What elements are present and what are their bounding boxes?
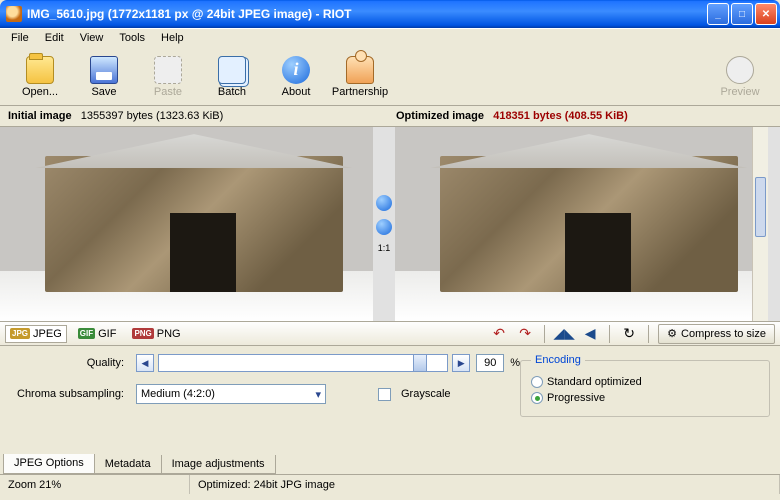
menubar: File Edit View Tools Help — [0, 28, 780, 48]
chroma-label: Chroma subsampling: — [10, 388, 130, 400]
save-button[interactable]: Save — [72, 50, 136, 103]
quality-input[interactable] — [476, 354, 504, 372]
initial-image-size: 1355397 bytes (1323.63 KiB) — [81, 110, 224, 122]
menu-edit[interactable]: Edit — [37, 29, 72, 48]
paste-button: Paste — [136, 50, 200, 103]
quality-increase-button[interactable]: ▶ — [452, 354, 470, 372]
chevron-down-icon: ▾ — [315, 388, 321, 401]
optimized-image-label: Optimized image — [396, 110, 484, 122]
grayscale-label: Grayscale — [401, 388, 451, 400]
encoding-group: Encoding Standard optimized Progressive — [520, 354, 770, 417]
tab-metadata[interactable]: Metadata — [94, 455, 162, 474]
info-icon: i — [282, 56, 310, 84]
menu-help[interactable]: Help — [153, 29, 192, 48]
maximize-button[interactable]: □ — [731, 3, 753, 25]
partnership-button[interactable]: Partnership — [328, 50, 392, 103]
mid-controls: 1:1 — [373, 127, 395, 321]
jpeg-badge-icon: JPG — [10, 328, 30, 339]
window-title: IMG_5610.jpg (1772x1181 px @ 24bit JPEG … — [27, 7, 707, 21]
redo-button[interactable]: ↷ — [515, 324, 535, 344]
zoom-ratio-label[interactable]: 1:1 — [378, 243, 391, 253]
undo-button[interactable]: ↶ — [489, 324, 509, 344]
tab-image-adjustments[interactable]: Image adjustments — [161, 455, 276, 474]
status-zoom: Zoom 21% — [0, 475, 190, 494]
folder-open-icon — [26, 56, 54, 84]
vertical-scrollbar[interactable] — [752, 127, 768, 321]
person-icon — [346, 56, 374, 84]
compress-icon: ⚙ — [667, 327, 677, 340]
encoding-legend: Encoding — [531, 354, 585, 366]
grayscale-checkbox[interactable] — [378, 388, 391, 401]
menu-file[interactable]: File — [3, 29, 37, 48]
compress-to-size-button[interactable]: ⚙Compress to size — [658, 324, 775, 344]
format-gif-tab[interactable]: GIFGIF — [73, 325, 122, 343]
optimized-image-size: 418351 bytes (408.55 KiB) — [493, 110, 628, 122]
menu-tools[interactable]: Tools — [111, 29, 153, 48]
about-button[interactable]: iAbout — [264, 50, 328, 103]
encoding-standard-radio[interactable]: Standard optimized — [531, 376, 759, 388]
initial-image-label: Initial image — [8, 110, 72, 122]
flip-vertical-button[interactable]: ◀ — [580, 324, 600, 344]
status-optimized: Optimized: 24bit JPG image — [190, 475, 780, 494]
gif-badge-icon: GIF — [78, 328, 95, 339]
menu-view[interactable]: View — [72, 29, 112, 48]
format-bar: JPGJPEG GIFGIF PNGPNG ↶ ↷ ◢◣ ◀ ↻ ⚙Compre… — [0, 322, 780, 346]
quality-slider[interactable] — [158, 354, 448, 372]
initial-image-pane[interactable] — [0, 127, 373, 321]
preview-button: Preview — [708, 50, 772, 103]
image-comparison-area: 1:1 — [0, 126, 780, 322]
rotate-button[interactable]: ↻ — [619, 324, 639, 344]
open-button[interactable]: Open... — [8, 50, 72, 103]
quality-percent-label: % — [510, 357, 520, 369]
zoom-in-icon[interactable] — [376, 195, 392, 211]
optimized-image-pane[interactable] — [395, 127, 768, 321]
format-png-tab[interactable]: PNGPNG — [127, 325, 185, 343]
save-icon — [90, 56, 118, 84]
chroma-subsampling-select[interactable]: Medium (4:2:0)▾ — [136, 384, 326, 404]
encoding-progressive-radio[interactable]: Progressive — [531, 392, 759, 404]
format-jpeg-tab[interactable]: JPGJPEG — [5, 325, 67, 343]
batch-icon — [218, 56, 246, 84]
app-icon — [6, 6, 22, 22]
titlebar: IMG_5610.jpg (1772x1181 px @ 24bit JPEG … — [0, 0, 780, 28]
zoom-out-icon[interactable] — [376, 219, 392, 235]
png-badge-icon: PNG — [132, 328, 153, 339]
paste-icon — [154, 56, 182, 84]
minimize-button[interactable]: _ — [707, 3, 729, 25]
magnifier-icon — [726, 56, 754, 84]
stats-bar: Initial image 1355397 bytes (1323.63 KiB… — [0, 106, 780, 126]
close-button[interactable]: ✕ — [755, 3, 777, 25]
quality-label: Quality: — [10, 357, 130, 369]
statusbar: Zoom 21% Optimized: 24bit JPG image — [0, 474, 780, 494]
tab-jpeg-options[interactable]: JPEG Options — [3, 454, 95, 474]
bottom-tabs: JPEG Options Metadata Image adjustments — [0, 452, 780, 474]
quality-decrease-button[interactable]: ◀ — [136, 354, 154, 372]
toolbar: Open... Save Paste Batch iAbout Partners… — [0, 48, 780, 106]
flip-horizontal-button[interactable]: ◢◣ — [554, 324, 574, 344]
batch-button[interactable]: Batch — [200, 50, 264, 103]
settings-panel: Quality: ◀ ▶ % Chroma subsampling: Mediu… — [0, 346, 780, 452]
